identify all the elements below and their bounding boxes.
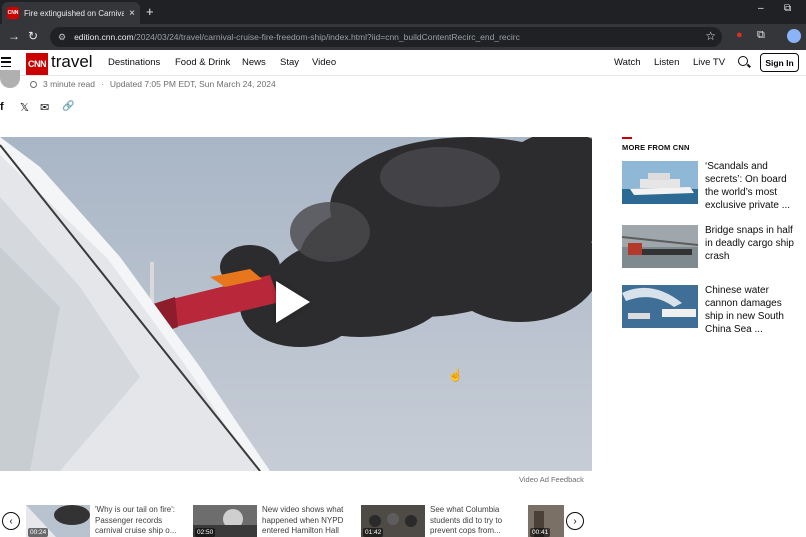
browser-tabbar: CNN Fire extinguished on Carnival Fr × +… — [0, 0, 806, 24]
carousel-title[interactable]: 'Why is our tail on fire': Passenger rec… — [95, 505, 187, 537]
carousel-next-button[interactable]: › — [566, 512, 584, 530]
extension-icon[interactable]: ● — [736, 29, 743, 41]
byline-separator: · — [100, 79, 104, 89]
profile-avatar[interactable] — [787, 29, 801, 43]
menu-icon[interactable] — [1, 57, 11, 67]
x-twitter-icon[interactable]: 𝕏 — [20, 101, 29, 114]
nav-video[interactable]: Video — [312, 57, 336, 68]
byline: 3 minute read · Updated 7:05 PM EDT, Sun… — [30, 79, 276, 89]
travel-section-logo[interactable]: travel — [51, 52, 93, 72]
play-icon[interactable] — [276, 281, 310, 323]
restore-icon[interactable]: ⧉ — [784, 3, 791, 14]
sidebar-card-title[interactable]: Chinese water cannon damages ship in new… — [705, 284, 801, 336]
sidebar-card-title[interactable]: Bridge snaps in half in deadly cargo shi… — [705, 224, 801, 263]
carousel-thumbnail[interactable]: 00:24 — [26, 505, 90, 537]
mouse-cursor-icon: ☝ — [448, 368, 463, 382]
sidebar-card-thumbnail[interactable] — [622, 285, 698, 328]
new-tab-button[interactable]: + — [146, 4, 154, 19]
tab-close-icon[interactable]: × — [129, 8, 135, 19]
bridge-ship-image — [622, 225, 698, 268]
nav-stay[interactable]: Stay — [280, 57, 299, 68]
video-ad-feedback-link[interactable]: Video Ad Feedback — [519, 475, 584, 484]
carousel-thumbnail[interactable]: 01:42 — [361, 505, 425, 537]
nav-listen[interactable]: Listen — [654, 57, 679, 68]
carousel-title[interactable]: See what Columbia students did to try to… — [430, 505, 522, 537]
bookmark-star-icon[interactable]: ☆ — [705, 29, 716, 43]
url-host: edition.cnn.com — [74, 32, 134, 42]
clock-icon — [30, 80, 37, 88]
sidebar-card-title[interactable]: ‘Scandals and secrets’: On board the wor… — [705, 160, 801, 212]
site-info-icon[interactable]: ⚙ — [58, 32, 66, 43]
carousel-prev-button[interactable]: ‹ — [2, 512, 20, 530]
extensions-puzzle-icon[interactable]: ⧉ — [757, 29, 765, 42]
facebook-icon[interactable]: f — [0, 101, 4, 113]
link-icon[interactable]: 🔗 — [62, 101, 74, 112]
sidebar-card-thumbnail[interactable] — [622, 161, 698, 204]
more-from-cnn-title: MORE FROM CNN — [622, 143, 690, 152]
url-field[interactable]: ⚙ edition.cnn.com/2024/03/24/travel/carn… — [50, 27, 722, 47]
url-path: /2024/03/24/travel/carnival-cruise-fire-… — [133, 32, 520, 42]
sign-in-button[interactable]: Sign In — [760, 53, 799, 72]
nav-destinations[interactable]: Destinations — [108, 57, 160, 68]
tab-title: Fire extinguished on Carnival Fr — [24, 8, 125, 18]
reload-icon[interactable]: ↻ — [28, 29, 38, 43]
nav-watch[interactable]: Watch — [614, 57, 641, 68]
cruise-ship-image — [622, 161, 698, 204]
video-duration: 01:42 — [363, 528, 384, 537]
video-duration: 00:41 — [530, 528, 551, 537]
nav-live-tv[interactable]: Live TV — [693, 57, 725, 68]
browser-tab[interactable]: CNN Fire extinguished on Carnival Fr × — [2, 2, 140, 24]
carousel-thumbnail[interactable]: 00:41 — [528, 505, 564, 537]
updated-time: Updated 7:05 PM EDT, Sun March 24, 2024 — [109, 79, 276, 89]
address-bar: → ↻ ⚙ edition.cnn.com/2024/03/24/travel/… — [0, 24, 806, 50]
video-duration: 02:50 — [195, 528, 216, 537]
cnn-favicon-icon: CNN — [7, 7, 19, 19]
carousel-title[interactable]: New video shows what happened when NYPD … — [262, 505, 354, 537]
read-time: 3 minute read — [43, 79, 95, 89]
nav-food-drink[interactable]: Food & Drink — [175, 57, 230, 68]
search-icon[interactable] — [738, 56, 748, 66]
url-text: edition.cnn.com/2024/03/24/travel/carniv… — [74, 32, 520, 42]
email-icon[interactable]: ✉ — [40, 101, 49, 114]
minimize-icon[interactable]: – — [758, 3, 764, 14]
video-duration: 00:24 — [28, 528, 49, 537]
author-avatar — [0, 70, 20, 88]
carousel-thumbnail[interactable]: 02:50 — [193, 505, 257, 537]
forward-icon[interactable]: → — [8, 29, 20, 43]
section-accent-bar — [622, 137, 632, 139]
nav-news[interactable]: News — [242, 57, 266, 68]
water-cannon-image — [622, 285, 698, 328]
sidebar-card-thumbnail[interactable] — [622, 225, 698, 268]
site-header: CNN travel Destinations Food & Drink New… — [0, 50, 806, 76]
cnn-logo[interactable]: CNN — [26, 53, 48, 75]
